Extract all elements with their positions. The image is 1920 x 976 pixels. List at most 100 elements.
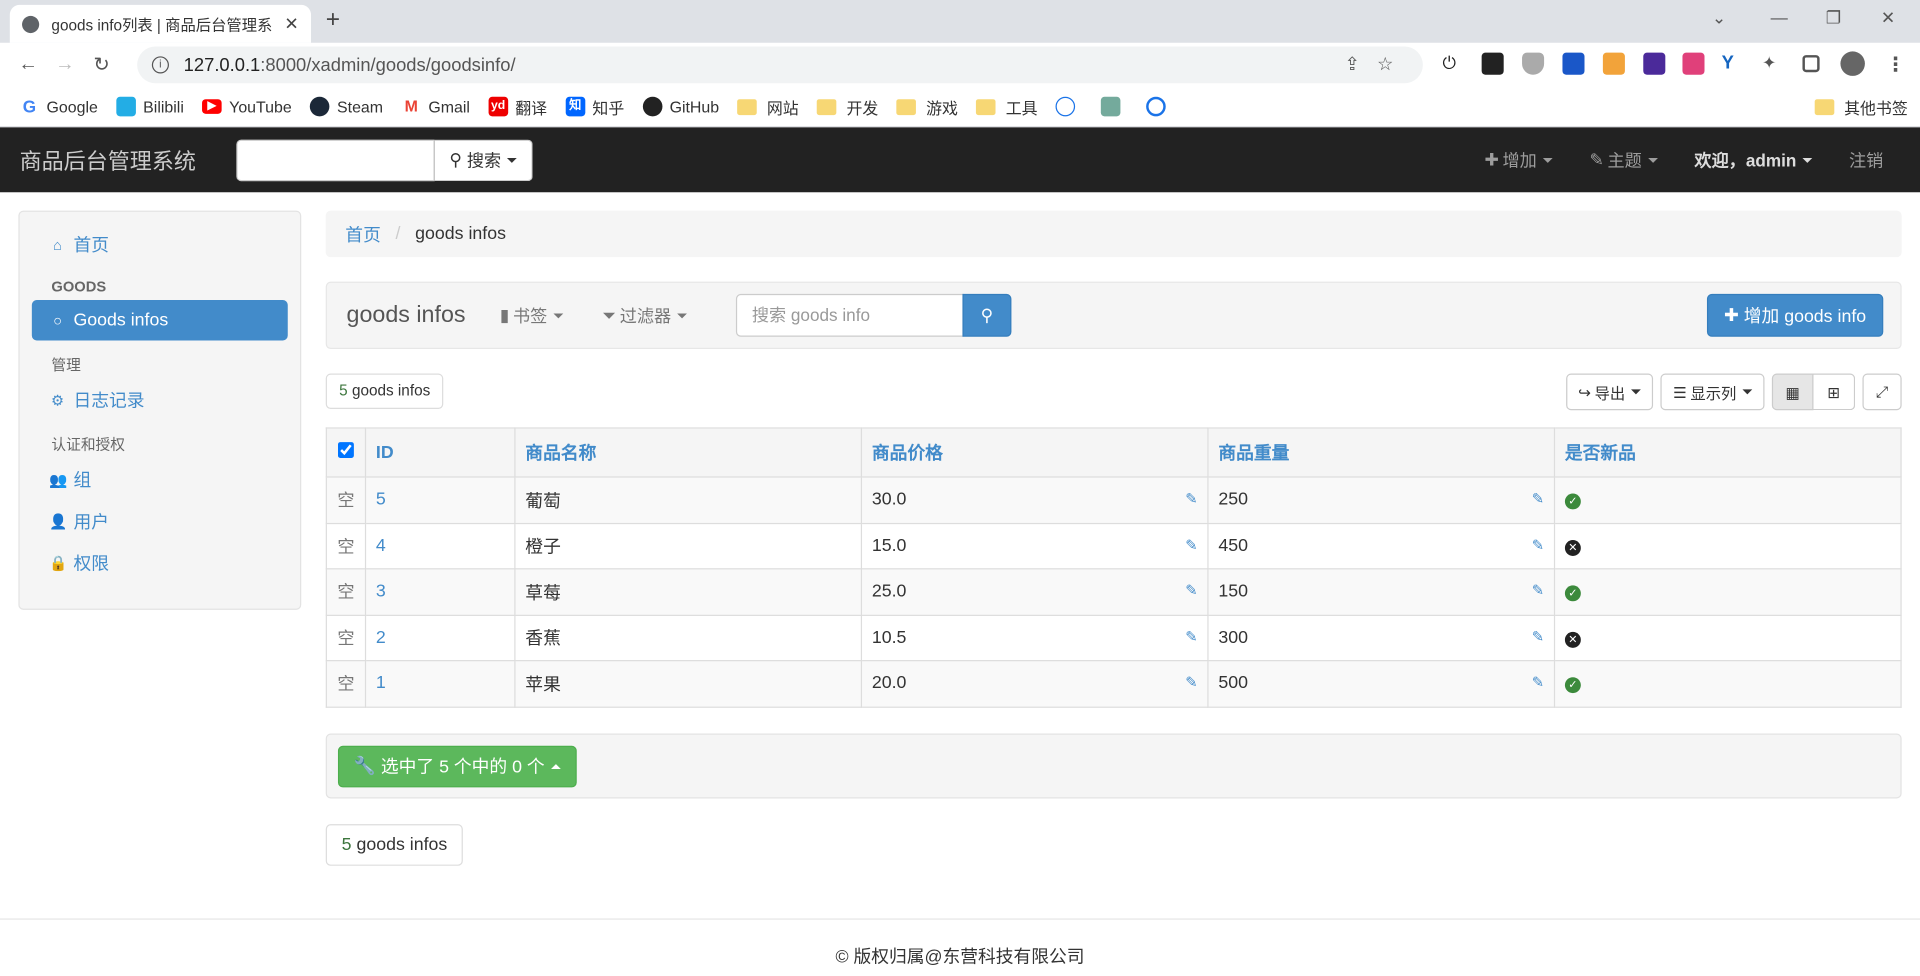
extension-icon[interactable]: Y [1722, 53, 1744, 75]
menu-icon[interactable]: ⋮ [1886, 53, 1908, 76]
view-list-button[interactable]: ▦ [1771, 373, 1814, 411]
filter-dropdown[interactable]: ⏷ 过滤器 [602, 303, 688, 327]
edit-icon[interactable]: ✎ [1532, 674, 1544, 691]
extension-icon[interactable] [1562, 52, 1585, 75]
share-icon[interactable]: ⇪ [1344, 54, 1377, 75]
bookmark-folder[interactable]: 开发 [817, 95, 878, 118]
column-header-weight[interactable]: 商品重量 [1207, 427, 1556, 478]
close-tab-icon[interactable]: ✕ [284, 13, 298, 34]
bulk-action-button[interactable]: 🔧 选中了 5 个中的 0 个 [337, 745, 577, 787]
global-search-input[interactable] [236, 138, 435, 181]
browser-tab[interactable]: goods info列表 | 商品后台管理系 ✕ [9, 4, 312, 43]
bookmark-chatgpt[interactable] [1101, 96, 1128, 117]
bookmark-steam[interactable]: Steam [310, 96, 383, 117]
list-search-button[interactable]: ⚲ [962, 293, 1012, 337]
bookmark-icon [1055, 96, 1076, 117]
sidebar-item-permission[interactable]: 🔒 权限 [32, 542, 288, 582]
sidebar-icon[interactable] [1802, 55, 1820, 73]
row-select-cell[interactable]: 空 [325, 476, 367, 524]
global-search-button[interactable]: ⚲ 搜索 [434, 138, 533, 181]
puzzle-icon[interactable]: ✦ [1762, 53, 1784, 75]
list-search-input[interactable]: 搜索 goods info [735, 293, 964, 337]
new-tab-icon[interactable]: + [326, 6, 340, 34]
lock-icon: 🔒 [48, 554, 68, 572]
back-icon[interactable]: ← [10, 54, 47, 76]
sidebar-item-goods-infos[interactable]: ○ Goods infos [31, 300, 288, 341]
extension-icon[interactable] [1643, 52, 1666, 75]
url-bar[interactable]: i 127.0.0.1:8000/xadmin/goods/goodsinfo/… [137, 46, 1423, 84]
window-close-icon[interactable]: ✕ [1881, 7, 1895, 28]
bookmark-folder[interactable]: 网站 [737, 95, 799, 118]
bookmark-translate[interactable]: yd 翻译 [488, 95, 547, 118]
edit-icon[interactable]: ✎ [1532, 490, 1544, 507]
edit-icon[interactable]: ✎ [1185, 490, 1197, 507]
edit-icon[interactable]: ✎ [1185, 674, 1197, 691]
brand[interactable]: 商品后台管理系统 [20, 144, 237, 176]
bookmark-youtube[interactable]: ▶ YouTube [202, 97, 292, 116]
sidebar-item-home[interactable]: ⌂ 首页 [32, 224, 288, 264]
bookmark-folder[interactable]: 游戏 [896, 95, 958, 118]
column-header-name[interactable]: 商品名称 [514, 427, 863, 478]
url-path: :8000/xadmin/goods/goodsinfo/ [260, 54, 516, 76]
bulk-action-label: 选中了 5 个中的 0 个 [380, 758, 545, 778]
sidebar-item-log[interactable]: ⚙ 日志记录 [32, 380, 288, 420]
select-all-checkbox[interactable] [337, 442, 354, 459]
row-select-cell[interactable]: 空 [325, 660, 367, 708]
edit-icon[interactable]: ✎ [1532, 628, 1544, 645]
th-icon: ⊞ [1827, 383, 1841, 402]
circle-icon: ○ [53, 311, 62, 329]
extension-icon[interactable] [1481, 52, 1504, 75]
row-id-link[interactable]: 1 [364, 660, 516, 708]
bookmark-label: 翻译 [515, 98, 548, 117]
view-grid-button[interactable]: ⊞ [1813, 373, 1856, 411]
breadcrumb-home-link[interactable]: 首页 [345, 221, 381, 247]
columns-button[interactable]: ☰ 显示列 [1660, 373, 1765, 411]
shield-icon[interactable] [1522, 52, 1545, 75]
sidebar-item-group[interactable]: 👥 组 [32, 459, 288, 499]
row-id-link[interactable]: 5 [364, 476, 516, 524]
bookmark-icon-b[interactable] [1146, 96, 1174, 117]
row-select-cell[interactable]: 空 [325, 614, 367, 662]
row-select-cell[interactable]: 空 [325, 568, 367, 616]
site-info-icon[interactable]: i [151, 56, 169, 74]
other-bookmarks[interactable]: 其他书签 [1814, 96, 1908, 119]
edit-icon[interactable]: ✎ [1185, 582, 1197, 599]
rss-icon[interactable] [1602, 52, 1625, 75]
column-header-price[interactable]: 商品价格 [860, 427, 1209, 478]
bookmark-gmail[interactable]: M Gmail [401, 96, 470, 117]
edit-icon[interactable]: ✎ [1185, 628, 1197, 645]
edit-icon[interactable]: ✎ [1532, 582, 1544, 599]
row-select-cell[interactable]: 空 [325, 522, 367, 570]
column-header-id[interactable]: ID [364, 427, 516, 478]
translate-icon[interactable] [1682, 52, 1705, 75]
column-header-is-new[interactable]: 是否新品 [1553, 427, 1902, 478]
bookmark-google[interactable]: G Google [19, 96, 98, 117]
avatar[interactable] [1840, 51, 1865, 76]
theme-menu[interactable]: ✎ 主题 [1571, 148, 1676, 172]
reload-icon[interactable]: ↻ [83, 53, 120, 77]
row-id-link[interactable]: 3 [364, 568, 516, 616]
bookmark-github[interactable]: GitHub [642, 96, 719, 117]
logout-link[interactable]: 注销 [1831, 148, 1920, 172]
bookmarks-dropdown[interactable]: ▮ 书签 [500, 303, 564, 327]
tab-search-icon[interactable]: ⌄ [1712, 7, 1726, 28]
power-icon[interactable]: ⏻ [1442, 53, 1464, 75]
bookmark-icon-a[interactable] [1055, 96, 1083, 117]
row-id-link[interactable]: 2 [364, 614, 516, 662]
star-icon[interactable]: ☆ [1377, 54, 1411, 75]
edit-icon[interactable]: ✎ [1185, 536, 1197, 553]
add-goods-info-button[interactable]: ✚ 增加 goods info [1706, 293, 1884, 337]
edit-icon[interactable]: ✎ [1532, 536, 1544, 553]
user-menu[interactable]: 欢迎， admin [1676, 148, 1831, 172]
bookmark-bilibili[interactable]: Bilibili [116, 96, 184, 117]
bookmark-zhihu[interactable]: 知知乎 [565, 95, 624, 118]
minimize-icon[interactable]: — [1771, 7, 1788, 27]
add-menu[interactable]: ✚ 增加 [1466, 148, 1571, 172]
bookmark-folder[interactable]: 工具 [976, 95, 1038, 118]
restore-icon[interactable]: ❐ [1826, 7, 1841, 28]
fullscreen-button[interactable]: ⤢ [1862, 373, 1902, 411]
row-id-link[interactable]: 4 [364, 522, 516, 570]
forward-icon[interactable]: → [47, 54, 84, 76]
export-button[interactable]: ↪ 导出 [1565, 373, 1654, 411]
sidebar-item-user[interactable]: 👤 用户 [32, 501, 288, 541]
